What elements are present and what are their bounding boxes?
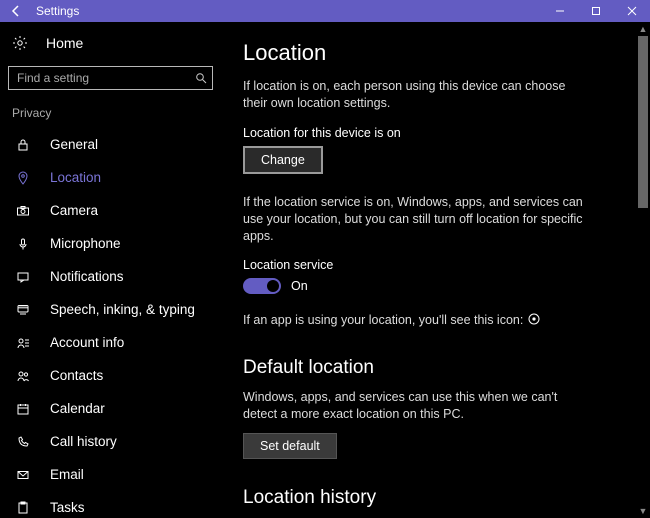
sidebar-item-email[interactable]: Email <box>0 458 225 491</box>
sidebar-item-label: Speech, inking, & typing <box>50 302 195 317</box>
home-button[interactable]: Home <box>0 26 225 60</box>
location-indicator-icon <box>527 312 541 326</box>
sidebar-item-general[interactable]: General <box>0 128 225 161</box>
icon-hint-text: If an app is using your location, you'll… <box>243 313 523 327</box>
account-icon <box>14 334 32 352</box>
camera-icon <box>14 202 32 220</box>
default-location-text: Windows, apps, and services can use this… <box>243 389 593 423</box>
scroll-track[interactable] <box>636 36 650 504</box>
location-icon <box>14 169 32 187</box>
back-button[interactable] <box>0 0 32 22</box>
search-container <box>0 60 225 96</box>
close-button[interactable] <box>614 6 650 16</box>
notifications-icon <box>14 268 32 286</box>
search-input[interactable] <box>8 66 213 90</box>
titlebar: Settings <box>0 0 650 22</box>
sidebar-item-label: Notifications <box>50 269 124 284</box>
service-text: If the location service is on, Windows, … <box>243 194 593 245</box>
default-location-heading: Default location <box>243 357 626 379</box>
toggle-state: On <box>291 279 308 293</box>
icon-hint-row: If an app is using your location, you'll… <box>243 312 593 329</box>
service-label: Location service <box>243 258 626 272</box>
sidebar-item-label: General <box>50 137 98 152</box>
microphone-icon <box>14 235 32 253</box>
intro-text: If location is on, each person using thi… <box>243 78 593 112</box>
search-field[interactable] <box>9 71 190 85</box>
calendar-icon <box>14 400 32 418</box>
sidebar-item-label: Email <box>50 467 84 482</box>
set-default-button[interactable]: Set default <box>243 433 337 459</box>
window-title: Settings <box>36 4 542 18</box>
section-heading: Privacy <box>0 96 225 128</box>
location-history-heading: Location history <box>243 487 626 509</box>
location-service-toggle[interactable] <box>243 278 281 294</box>
device-status: Location for this device is on <box>243 126 626 140</box>
sidebar-item-call-history[interactable]: Call history <box>0 425 225 458</box>
sidebar-item-label: Tasks <box>50 500 85 515</box>
sidebar-item-label: Contacts <box>50 368 103 383</box>
sidebar-item-label: Call history <box>50 434 117 449</box>
sidebar-item-label: Microphone <box>50 236 121 251</box>
phone-icon <box>14 433 32 451</box>
sidebar-item-label: Account info <box>50 335 124 350</box>
scroll-thumb[interactable] <box>638 36 648 208</box>
sidebar-item-camera[interactable]: Camera <box>0 194 225 227</box>
change-button[interactable]: Change <box>243 146 323 174</box>
scroll-up-arrow[interactable]: ▲ <box>636 22 650 36</box>
lock-icon <box>14 136 32 154</box>
gear-icon <box>12 35 28 51</box>
sidebar-item-notifications[interactable]: Notifications <box>0 260 225 293</box>
sidebar-item-calendar[interactable]: Calendar <box>0 392 225 425</box>
sidebar-item-label: Calendar <box>50 401 105 416</box>
scroll-down-arrow[interactable]: ▼ <box>636 504 650 518</box>
main-pane: Location If location is on, each person … <box>225 22 650 518</box>
sidebar-item-location[interactable]: Location <box>0 161 225 194</box>
scrollbar[interactable]: ▲ ▼ <box>636 22 650 518</box>
contacts-icon <box>14 367 32 385</box>
email-icon <box>14 466 32 484</box>
sidebar-item-account[interactable]: Account info <box>0 326 225 359</box>
sidebar-item-microphone[interactable]: Microphone <box>0 227 225 260</box>
minimize-button[interactable] <box>542 6 578 16</box>
sidebar-item-label: Camera <box>50 203 98 218</box>
sidebar-item-contacts[interactable]: Contacts <box>0 359 225 392</box>
page-title: Location <box>243 40 626 66</box>
window-buttons <box>542 6 650 16</box>
sidebar: Home Privacy General Location Camera M <box>0 22 225 518</box>
sidebar-item-tasks[interactable]: Tasks <box>0 491 225 518</box>
maximize-button[interactable] <box>578 6 614 16</box>
home-label: Home <box>46 35 83 51</box>
speech-icon <box>14 301 32 319</box>
sidebar-item-label: Location <box>50 170 101 185</box>
tasks-icon <box>14 499 32 517</box>
search-icon <box>190 72 212 84</box>
sidebar-item-speech[interactable]: Speech, inking, & typing <box>0 293 225 326</box>
